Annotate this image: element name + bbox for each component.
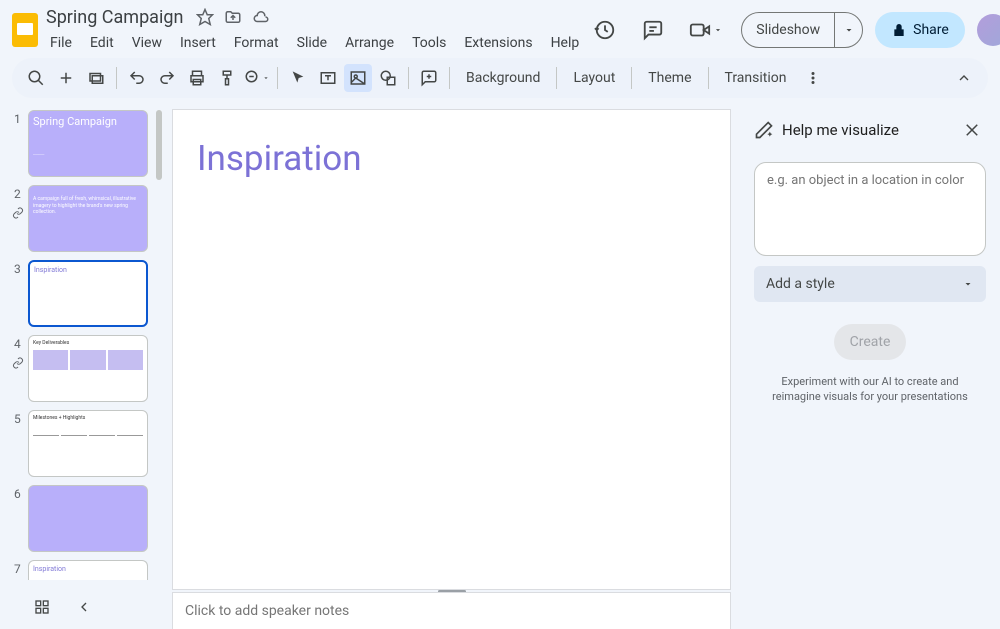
- filmstrip[interactable]: 1 Spring Campaign ──── 2 A campaign full…: [0, 102, 165, 629]
- slide-thumb-4[interactable]: Key Deliverables: [28, 335, 148, 402]
- theme-button[interactable]: Theme: [638, 64, 701, 92]
- menu-extensions[interactable]: Extensions: [456, 31, 540, 55]
- collapse-filmstrip-button[interactable]: [72, 595, 96, 619]
- transition-button[interactable]: Transition: [715, 64, 797, 92]
- style-dropdown[interactable]: Add a style: [754, 266, 986, 302]
- cloud-icon[interactable]: [251, 7, 271, 27]
- new-slide-button[interactable]: [52, 64, 80, 92]
- link-icon: [12, 357, 24, 369]
- paint-format-button[interactable]: [213, 64, 241, 92]
- shape-tool[interactable]: [374, 64, 402, 92]
- menu-view[interactable]: View: [124, 31, 170, 55]
- speaker-notes[interactable]: Click to add speaker notes: [173, 593, 730, 629]
- slide-number: 6: [14, 485, 28, 552]
- menu-format[interactable]: Format: [226, 31, 287, 55]
- search-icon[interactable]: [22, 64, 50, 92]
- share-button[interactable]: Share: [875, 12, 965, 48]
- panel-hint: Experiment with our AI to create and rei…: [754, 374, 986, 405]
- slide-number: 5: [14, 410, 28, 477]
- layout-button[interactable]: Layout: [563, 64, 625, 92]
- slide-thumb-6[interactable]: [28, 485, 148, 552]
- meet-button[interactable]: [683, 12, 729, 48]
- comment-icon[interactable]: [635, 12, 671, 48]
- visualize-panel: Help me visualize e.g. an object in a lo…: [740, 102, 1000, 629]
- textbox-tool[interactable]: [314, 64, 342, 92]
- redo-button[interactable]: [153, 64, 181, 92]
- slide-thumb-5[interactable]: Milestones + Highlights: [28, 410, 148, 477]
- image-tool[interactable]: [344, 64, 372, 92]
- slides-logo[interactable]: [12, 12, 38, 48]
- history-icon[interactable]: [587, 12, 623, 48]
- pencil-spark-icon: [754, 120, 774, 140]
- slide-canvas[interactable]: Inspiration: [173, 110, 730, 589]
- document-title[interactable]: Spring Campaign: [42, 7, 187, 28]
- select-tool[interactable]: [284, 64, 312, 92]
- slide-thumb-7[interactable]: Inspiration: [28, 560, 148, 580]
- slide-number: 7: [14, 560, 28, 580]
- lock-icon: [891, 22, 907, 38]
- menu-arrange[interactable]: Arrange: [337, 31, 402, 55]
- toolbar: Background Layout Theme Transition: [12, 58, 988, 98]
- panel-title: Help me visualize: [782, 121, 950, 139]
- comment-add-button[interactable]: [415, 64, 443, 92]
- link-icon: [12, 207, 24, 219]
- slideshow-dropdown[interactable]: [834, 13, 862, 47]
- user-avatar[interactable]: [977, 14, 1000, 46]
- background-button[interactable]: Background: [456, 64, 550, 92]
- menu-slide[interactable]: Slide: [289, 31, 335, 55]
- undo-button[interactable]: [123, 64, 151, 92]
- move-icon[interactable]: [223, 7, 243, 27]
- new-with-layout-button[interactable]: [82, 64, 110, 92]
- slide-thumb-2[interactable]: A campaign full of fresh, whimsical, ill…: [28, 185, 148, 252]
- more-tools-button[interactable]: [799, 64, 827, 92]
- slide-thumb-1[interactable]: Spring Campaign ────: [28, 110, 148, 177]
- collapse-toolbar-button[interactable]: [950, 64, 978, 92]
- slide-thumb-3[interactable]: Inspiration: [28, 260, 148, 327]
- menu-bar: File Edit View Insert Format Slide Arran…: [42, 31, 587, 55]
- slideshow-button[interactable]: Slideshow: [742, 13, 834, 47]
- menu-insert[interactable]: Insert: [172, 31, 224, 55]
- print-button[interactable]: [183, 64, 211, 92]
- close-panel-button[interactable]: [958, 116, 986, 144]
- menu-tools[interactable]: Tools: [404, 31, 454, 55]
- menu-file[interactable]: File: [42, 31, 80, 55]
- slide-number: 3: [14, 260, 28, 327]
- prompt-input[interactable]: e.g. an object in a location in color: [754, 162, 986, 256]
- slide-number: 1: [14, 110, 28, 177]
- menu-edit[interactable]: Edit: [82, 31, 122, 55]
- menu-help[interactable]: Help: [543, 31, 588, 55]
- slide-heading[interactable]: Inspiration: [197, 138, 362, 179]
- grid-view-button[interactable]: [30, 595, 54, 619]
- create-button: Create: [834, 324, 906, 360]
- chevron-down-icon: [962, 278, 974, 290]
- zoom-button[interactable]: [243, 64, 271, 92]
- star-icon[interactable]: [195, 7, 215, 27]
